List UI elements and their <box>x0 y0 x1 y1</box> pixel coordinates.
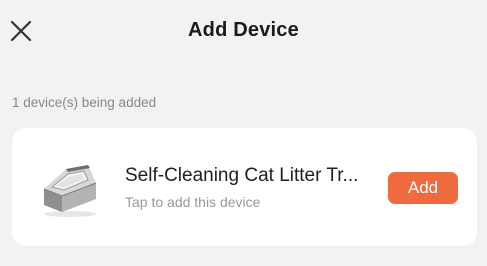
litter-box-icon <box>38 159 102 219</box>
header-bar: Add Device <box>0 0 487 66</box>
device-hint: Tap to add this device <box>125 194 261 210</box>
page-title: Add Device <box>188 19 299 41</box>
device-name: Self-Cleaning Cat Litter Tr... <box>125 165 359 186</box>
device-card[interactable]: Self-Cleaning Cat Litter Tr... Tap to ad… <box>12 128 477 246</box>
add-button[interactable]: Add <box>388 172 458 204</box>
devices-being-added-status: 1 device(s) being added <box>12 95 157 110</box>
